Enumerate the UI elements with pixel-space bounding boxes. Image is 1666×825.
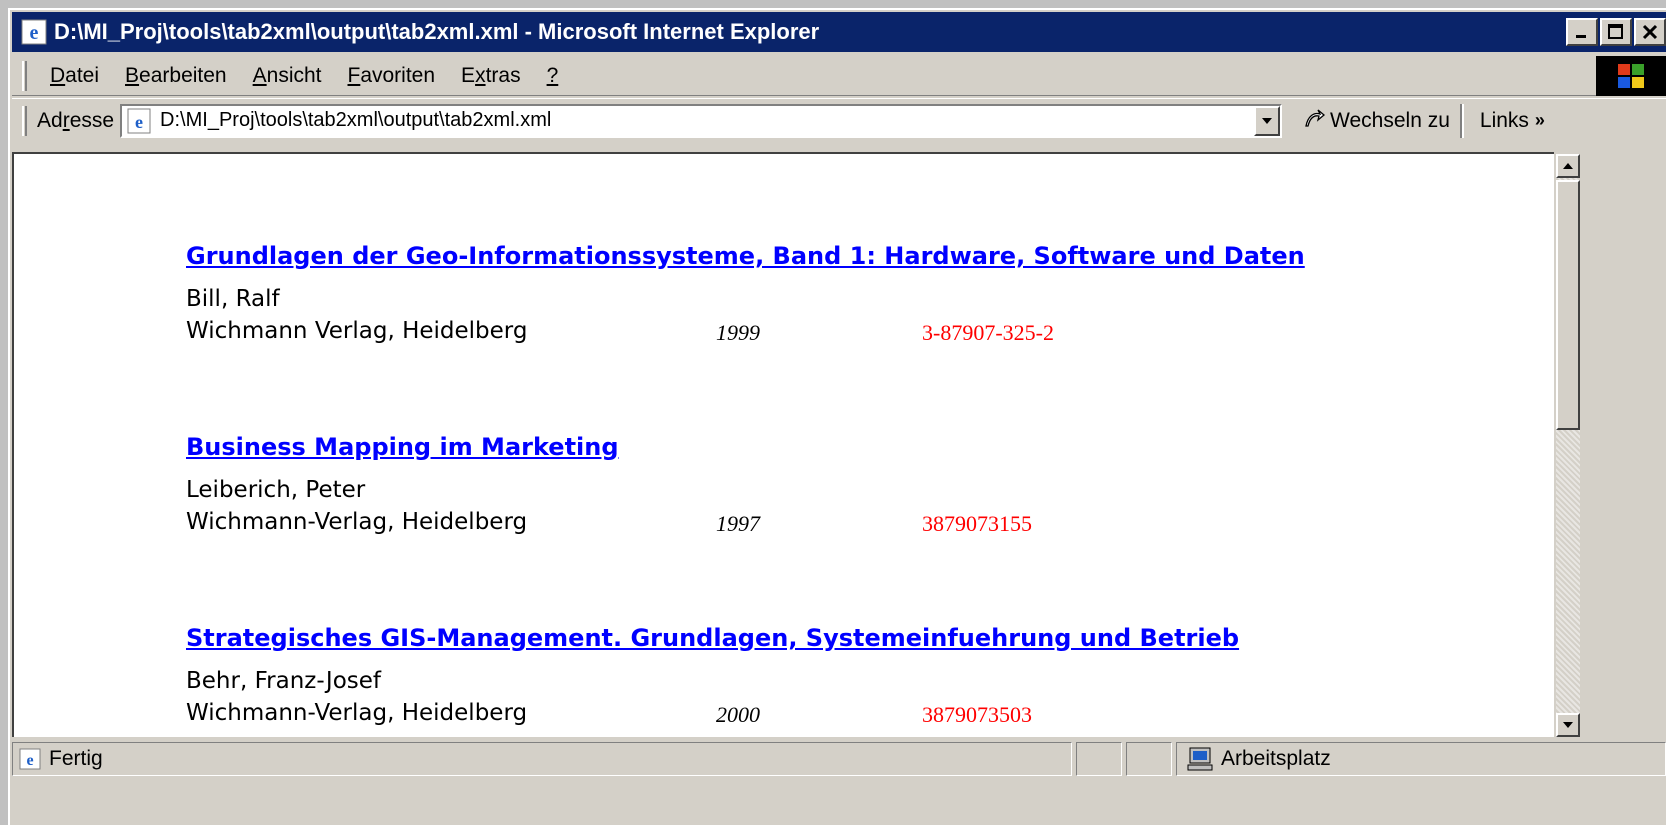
menu-favoriten[interactable]: Favoriten (335, 64, 449, 88)
window-controls (1564, 18, 1666, 46)
window-title: D:\MI_Proj\tools\tab2xml\output\tab2xml.… (54, 19, 820, 44)
minimize-button[interactable] (1566, 18, 1598, 46)
page-content: Grundlagen der Geo-Informationssysteme, … (12, 152, 1554, 737)
zone-label: Arbeitsplatz (1221, 747, 1331, 770)
address-label: Adresse (37, 108, 115, 132)
page-ie-icon: e (126, 108, 152, 134)
menu-bearbeiten[interactable]: Bearbeiten (112, 64, 240, 88)
ie-icon[interactable]: e (20, 18, 48, 46)
toolbar-grip[interactable] (22, 105, 27, 136)
status-text: Fertig (49, 747, 103, 770)
menu-ansicht[interactable]: Ansicht (240, 64, 335, 88)
scroll-down-button[interactable] (1556, 713, 1580, 737)
browser-window: e D:\MI_Proj\tools\tab2xml\output\tab2xm… (8, 8, 1666, 825)
chevron-right-icon: » (1534, 110, 1545, 130)
status-zone: Arbeitsplatz (1176, 742, 1666, 776)
svg-text:e: e (26, 752, 33, 769)
address-dropdown-button[interactable] (1254, 105, 1281, 136)
book-entry: Strategisches GIS-Management. Grundlagen… (186, 624, 1239, 734)
go-arrow-icon (1302, 106, 1326, 136)
book-publisher: Wichmann-Verlag, Heidelberg (186, 509, 528, 535)
toolbar-grip[interactable] (22, 60, 27, 91)
book-details: Wichmann-Verlag, Heidelberg 1997 3879073… (186, 509, 1032, 543)
book-entry: Business Mapping im Marketing Leiberich,… (186, 433, 1032, 543)
menu-extras[interactable]: Extras (448, 64, 534, 88)
title-bar[interactable]: e D:\MI_Proj\tools\tab2xml\output\tab2xm… (12, 12, 1666, 52)
status-security-cell (1126, 742, 1172, 776)
address-bar: Adresse e D:\MI_Proj\tools\tab2xml\outpu… (12, 98, 1666, 142)
address-input[interactable]: e D:\MI_Proj\tools\tab2xml\output\tab2xm… (120, 103, 1283, 138)
scroll-up-button[interactable] (1556, 154, 1580, 178)
address-value[interactable]: D:\MI_Proj\tools\tab2xml\output\tab2xml.… (160, 109, 551, 132)
close-button[interactable] (1634, 18, 1666, 46)
book-isbn: 3879073503 (922, 702, 1032, 727)
menu-help[interactable]: ? (534, 64, 572, 88)
book-title-link[interactable]: Grundlagen der Geo-Informationssysteme, … (186, 242, 1305, 270)
go-button[interactable]: Wechseln zu (1302, 106, 1450, 136)
book-title-link[interactable]: Business Mapping im Marketing (186, 433, 619, 461)
scroll-thumb[interactable] (1556, 180, 1580, 430)
status-progress-cell (1076, 742, 1122, 776)
book-author: Behr, Franz-Josef (186, 668, 382, 694)
book-author: Leiberich, Peter (186, 477, 366, 503)
computer-icon (1187, 747, 1213, 771)
book-entry: Grundlagen der Geo-Informationssysteme, … (186, 242, 1305, 352)
book-publisher: Wichmann Verlag, Heidelberg (186, 318, 528, 344)
book-year: 1999 (716, 320, 760, 345)
svg-text:e: e (30, 22, 39, 44)
book-year: 2000 (716, 702, 760, 727)
svg-text:e: e (135, 112, 143, 132)
book-year: 1997 (716, 511, 760, 536)
maximize-button[interactable] (1600, 18, 1632, 46)
book-author: Bill, Ralf (186, 286, 280, 312)
go-label: Wechseln zu (1330, 108, 1450, 132)
book-isbn: 3879073155 (922, 511, 1032, 536)
links-button[interactable]: Links » (1480, 109, 1545, 133)
book-publisher: Wichmann-Verlag, Heidelberg (186, 700, 528, 726)
book-title-link[interactable]: Strategisches GIS-Management. Grundlagen… (186, 624, 1239, 652)
status-panel: e Fertig (12, 742, 1072, 776)
book-details: Wichmann Verlag, Heidelberg 1999 3-87907… (186, 318, 1305, 352)
menu-datei[interactable]: Datei (37, 64, 112, 88)
vertical-scrollbar[interactable] (1556, 154, 1580, 737)
book-isbn: 3-87907-325-2 (922, 320, 1054, 345)
book-details: Wichmann-Verlag, Heidelberg 2000 3879073… (186, 700, 1239, 734)
menu-bar: Datei Bearbeiten Ansicht Favoriten Extra… (12, 56, 1666, 96)
windows-logo-icon (1596, 56, 1666, 96)
page-status-icon: e (19, 748, 41, 770)
status-bar: e Fertig Arbeitsplatz (12, 739, 1666, 779)
toolbar-separator (1459, 103, 1464, 138)
links-label: Links (1479, 108, 1529, 132)
